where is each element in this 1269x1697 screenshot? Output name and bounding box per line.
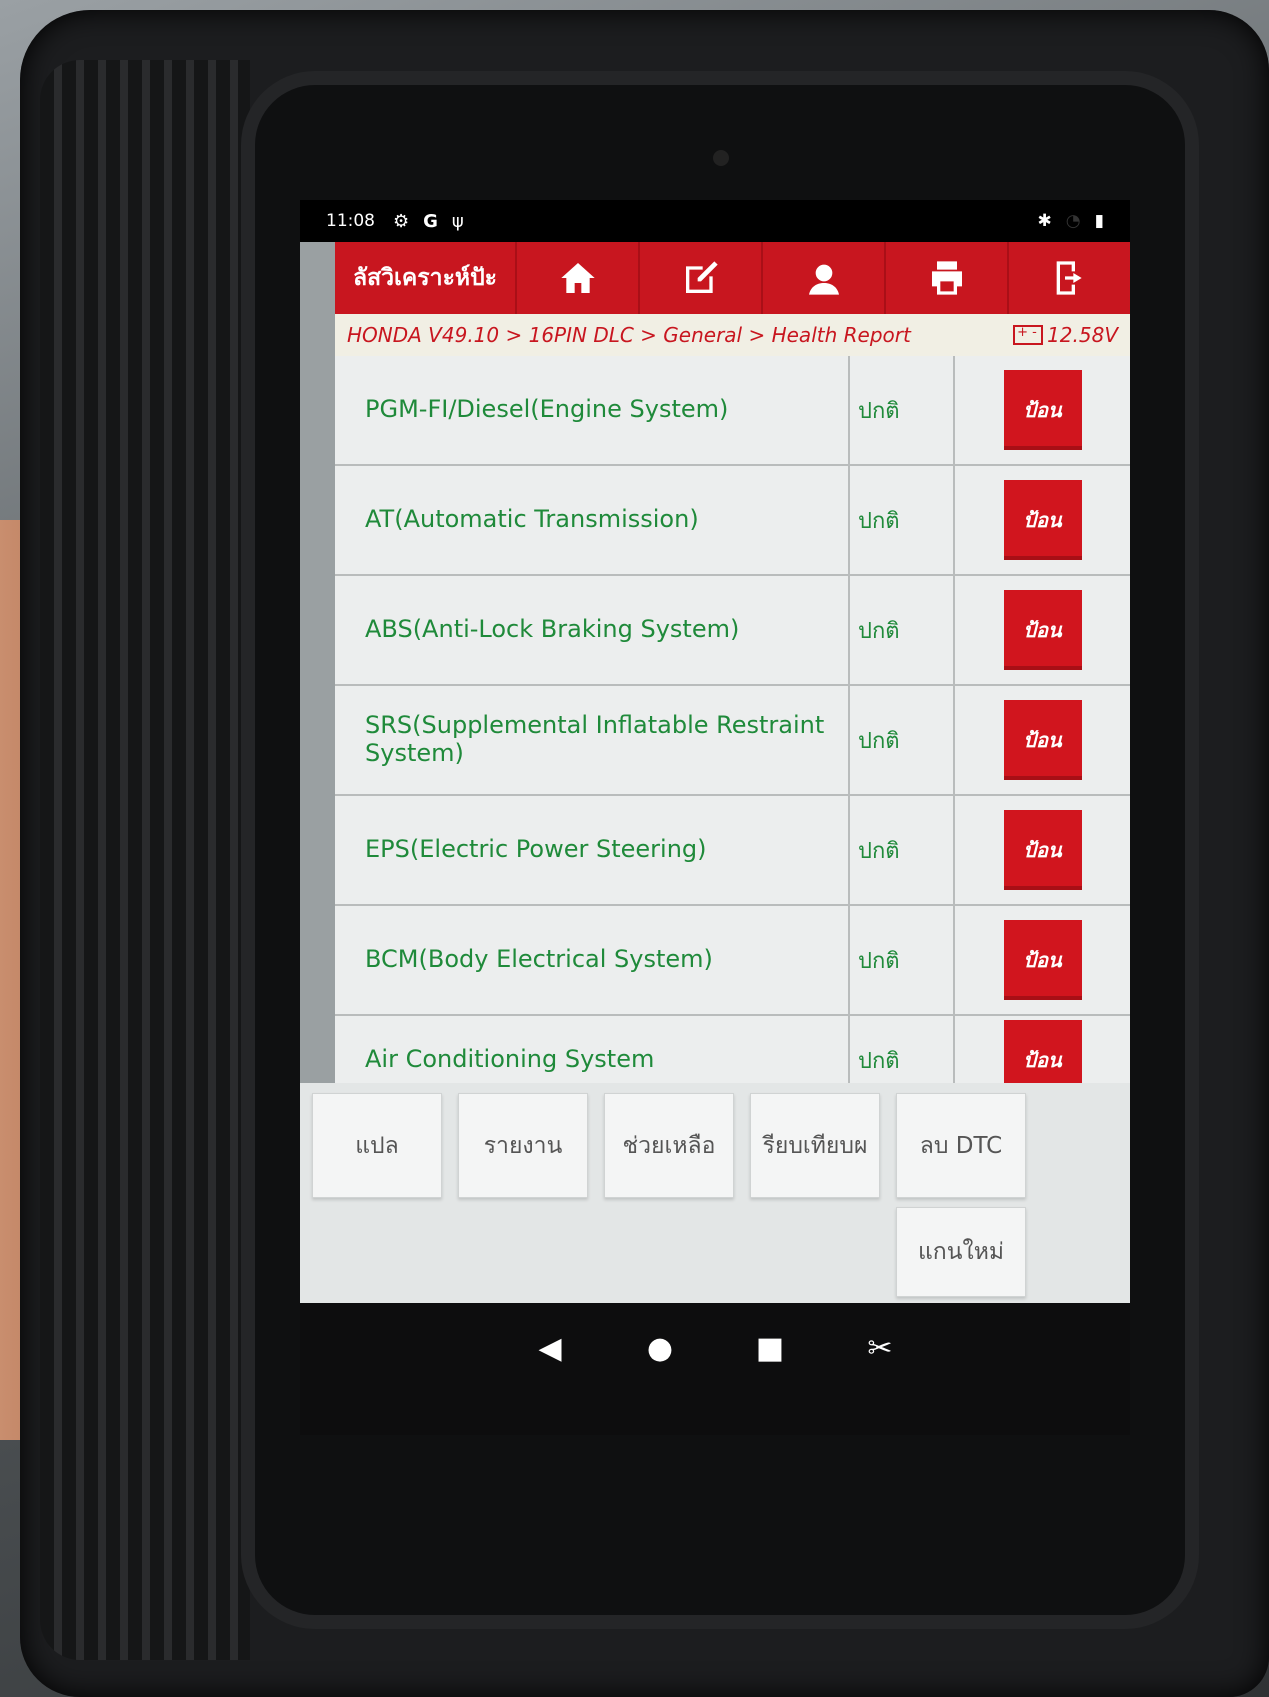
help-button[interactable]: ช่วยเหลือ	[604, 1093, 734, 1198]
health-report-list: PGM-FI/Diesel(Engine System) ปกติ ป้อน A…	[335, 356, 1130, 1106]
enter-button[interactable]: ป้อน	[1003, 370, 1082, 450]
function-bar: แปล รายงาน ช่วยเหลือ รียบเทียบผ ลบ DTC แ…	[300, 1083, 1130, 1303]
edit-icon	[685, 261, 718, 293]
table-row: PGM-FI/Diesel(Engine System) ปกติ ป้อน	[335, 356, 1130, 466]
status-bar: 11:08 ⚙ G ψ ✱ ◔ ▮	[300, 200, 1130, 242]
enter-button[interactable]: ป้อน	[1003, 810, 1082, 890]
voltage-value: 12.58V	[1047, 323, 1118, 347]
table-row: AT(Automatic Transmission) ปกติ ป้อน	[335, 466, 1130, 576]
tablet-grip-ribs	[40, 60, 250, 1660]
app-title: ลัสวิเคราะห์ปัะ	[353, 265, 498, 291]
recents-icon[interactable]: ■	[750, 1331, 790, 1366]
system-status: ปกติ	[850, 906, 955, 1014]
voltage-indicator: 12.58V	[1013, 323, 1118, 347]
compare-button[interactable]: รียบเทียบผ	[750, 1093, 880, 1198]
system-name: EPS(Electric Power Steering)	[335, 796, 850, 904]
translate-button[interactable]: แปล	[312, 1093, 442, 1198]
system-name: BCM(Body Electrical System)	[335, 906, 850, 1014]
status-time: 11:08	[326, 211, 375, 231]
action-cell: ป้อน	[955, 796, 1130, 904]
bluetooth-icon: ✱	[1037, 211, 1052, 231]
home-button[interactable]	[515, 242, 638, 314]
back-icon[interactable]: ◀	[530, 1331, 570, 1366]
action-cell: ป้อน	[955, 356, 1130, 464]
tablet-screen: 11:08 ⚙ G ψ ✱ ◔ ▮ ลัสวิเคราะห์ปัะ HONDA …	[300, 200, 1130, 1435]
action-cell: ป้อน	[955, 906, 1130, 1014]
print-icon	[931, 261, 962, 295]
enter-button[interactable]: ป้อน	[1003, 920, 1082, 1000]
enter-button[interactable]: ป้อน	[1003, 590, 1082, 670]
exit-button[interactable]	[1007, 242, 1130, 314]
user-icon	[808, 264, 839, 295]
system-name: AT(Automatic Transmission)	[335, 466, 850, 574]
system-status: ปกติ	[850, 356, 955, 464]
android-nav-bar: ◀ ● ■ ✂	[300, 1303, 1130, 1435]
system-status: ปกติ	[850, 796, 955, 904]
screenshot-icon[interactable]: ✂	[860, 1331, 900, 1366]
table-row: ABS(Anti-Lock Braking System) ปกติ ป้อน	[335, 576, 1130, 686]
system-name: ABS(Anti-Lock Braking System)	[335, 576, 850, 684]
report-button[interactable]: รายงาน	[458, 1093, 588, 1198]
system-status: ปกติ	[850, 576, 955, 684]
table-row: SRS(Supplemental Inflatable Restraint Sy…	[335, 686, 1130, 796]
battery-icon: ▮	[1094, 211, 1104, 231]
car-battery-icon	[1013, 325, 1044, 345]
breadcrumb-path: HONDA V49.10 > 16PIN DLC > General > Hea…	[347, 323, 911, 347]
system-name: PGM-FI/Diesel(Engine System)	[335, 356, 850, 464]
home-icon	[560, 263, 595, 293]
exit-icon	[1056, 261, 1082, 295]
signal-icon: ◔	[1065, 211, 1081, 231]
clear-dtc-button[interactable]: ลบ DTC	[896, 1093, 1026, 1198]
home-circle-icon[interactable]: ●	[640, 1331, 680, 1366]
enter-button[interactable]: ป้อน	[1003, 480, 1082, 560]
usb-debug-icon: ψ	[451, 210, 464, 232]
enter-button[interactable]: ป้อน	[1003, 700, 1082, 780]
action-cell: ป้อน	[955, 466, 1130, 574]
settings-icon: ⚙	[393, 210, 410, 232]
rescan-button[interactable]: แกนใหม่	[896, 1207, 1026, 1297]
action-cell: ป้อน	[955, 576, 1130, 684]
action-cell: ป้อน	[955, 686, 1130, 794]
breadcrumb: HONDA V49.10 > 16PIN DLC > General > Hea…	[335, 314, 1130, 356]
system-status: ปกติ	[850, 686, 955, 794]
system-status: ปกติ	[850, 466, 955, 574]
google-icon: G	[423, 210, 438, 232]
print-button[interactable]	[884, 242, 1007, 314]
system-name: SRS(Supplemental Inflatable Restraint Sy…	[335, 686, 850, 794]
app-toolbar: ลัสวิเคราะห์ปัะ	[335, 242, 1130, 314]
edit-button[interactable]	[638, 242, 761, 314]
front-camera	[713, 150, 729, 166]
user-button[interactable]	[761, 242, 884, 314]
table-row: BCM(Body Electrical System) ปกติ ป้อน	[335, 906, 1130, 1016]
table-row: EPS(Electric Power Steering) ปกติ ป้อน	[335, 796, 1130, 906]
